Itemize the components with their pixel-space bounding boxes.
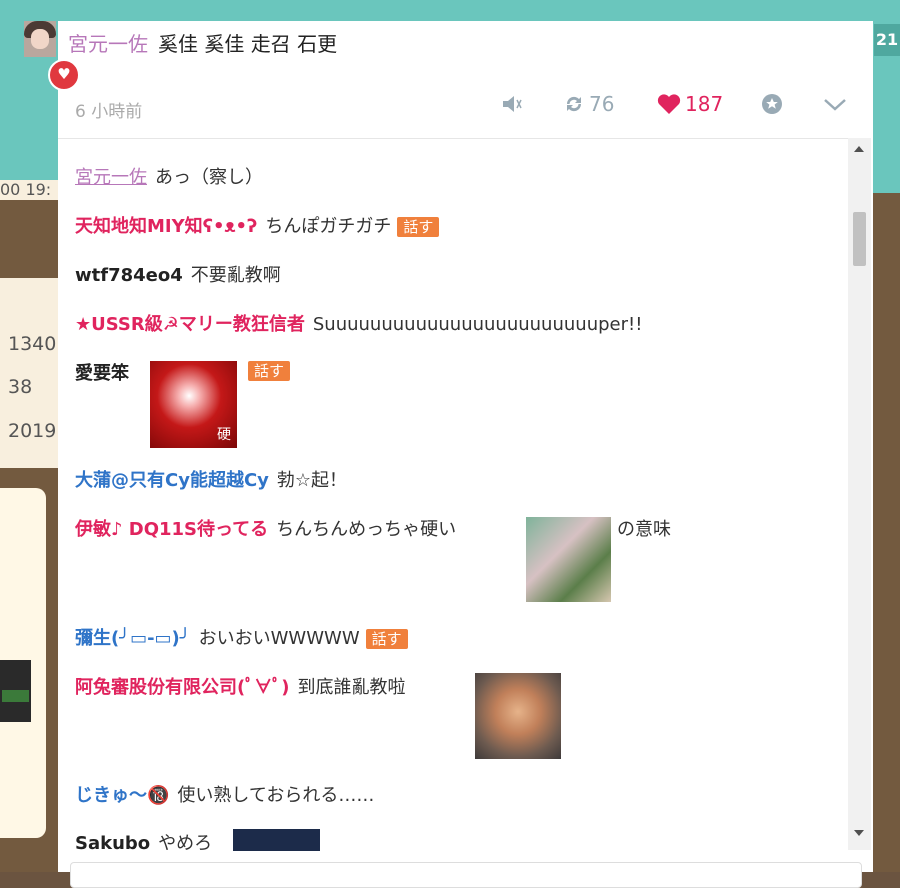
comment-item: 宮元一佐 あっ（察し） — [75, 163, 263, 189]
post-author[interactable]: 宮元一佐 — [68, 32, 148, 56]
comment-item: じきゅ〜🔞 使い熟しておられる…… — [75, 781, 374, 807]
comment-author[interactable]: Sakubo — [75, 833, 150, 851]
comment-text: Suuuuuuuuuuuuuuuuuuuuuuuuper!! — [312, 314, 643, 335]
comment-author[interactable]: 阿兔審股份有限公司(ﾟ∀ﾟ) — [75, 677, 289, 698]
comment-image[interactable] — [233, 829, 320, 851]
comment-author[interactable]: 愛要笨 — [75, 363, 129, 384]
comment-text: やめろ — [158, 833, 213, 851]
retweet-count: 76 — [589, 92, 615, 116]
retweet-button[interactable]: 76 — [562, 92, 614, 120]
comment-list[interactable]: 宮元一佐 あっ（察し） 天知地知MIY知ʕ•ᴥ•ʔ ちんぽガチガチ 話す wtf784… — [58, 138, 848, 851]
comment-item: wtf784eo4 不要亂教啊 — [75, 261, 281, 287]
like-count: 187 — [685, 92, 724, 116]
avatar[interactable] — [24, 21, 56, 57]
stat-value: 1340 — [8, 333, 57, 355]
comment-image[interactable]: 硬 — [150, 361, 237, 448]
comment-author[interactable]: 天知地知MIY知ʕ•ᴥ•ʔ — [75, 216, 257, 237]
scroll-down-icon[interactable] — [854, 830, 864, 836]
comment-item: 大蒲@只有Cy能超越Cy 勃☆起！ — [75, 466, 347, 492]
comment-text: 不要亂教啊 — [190, 265, 281, 286]
comment-author[interactable]: 彌生(╯▭-▭)╯ — [75, 628, 191, 649]
retweet-icon — [566, 96, 582, 112]
image-caption: 硬 — [217, 427, 231, 443]
comment-text: ちんちんめっちゃ硬い — [276, 519, 457, 540]
heart-icon — [657, 94, 681, 114]
chevron-down-icon — [824, 99, 846, 111]
post-content: 奚佳 奚佳 走召 石更 — [158, 32, 338, 56]
talk-tag[interactable]: 話す — [397, 217, 440, 237]
comment-item: 阿兔審股份有限公司(ﾟ∀ﾟ) 到底誰亂教啦 — [75, 673, 561, 759]
favorite-button[interactable] — [760, 92, 784, 120]
comment-text: 到底誰亂教啦 — [297, 677, 406, 698]
background-stats-panel: 1340 38 2019 — [0, 278, 58, 468]
comment-text: 使い熟しておられる…… — [177, 785, 375, 806]
comment-item: 天知地知MIY知ʕ•ᴥ•ʔ ちんぽガチガチ 話す — [75, 212, 440, 238]
post-header: 宮元一佐 奚佳 奚佳 走召 石更 — [68, 28, 337, 57]
mute-button[interactable] — [500, 92, 526, 120]
comment-author[interactable]: 大蒲@只有Cy能超越Cy — [75, 470, 269, 491]
heart-badge-icon: ♥ — [48, 59, 80, 91]
comment-text: あっ（察し） — [155, 167, 263, 188]
background-thumbnail — [0, 660, 31, 722]
comment-item: 彌生(╯▭-▭)╯ おいおいWWWWW 話す — [75, 624, 408, 650]
comment-input[interactable] — [70, 862, 862, 888]
background-time: 00 19: — [0, 180, 58, 200]
stat-value: 2019 — [8, 420, 57, 442]
comment-item: ★USSR級☭マリー教狂信者 Suuuuuuuuuuuuuuuuuuuuuuuup… — [75, 310, 642, 336]
comment-text: 勃☆起！ — [276, 470, 348, 491]
scroll-up-icon[interactable] — [854, 146, 864, 152]
talk-tag[interactable]: 話す — [365, 629, 408, 649]
mute-icon — [503, 96, 522, 112]
post-time[interactable]: 6 小時前 — [75, 97, 142, 122]
like-button[interactable]: 187 — [656, 92, 723, 120]
comment-image[interactable] — [475, 673, 561, 759]
star-icon — [762, 94, 782, 114]
comment-text: おいおいWWWWW — [198, 628, 360, 649]
comment-author[interactable]: 宮元一佐 — [75, 167, 147, 188]
comment-item: 愛要笨 硬 話す — [75, 359, 291, 448]
comment-image[interactable] — [526, 517, 611, 602]
comment-author[interactable]: 伊敏♪ DQ11S待ってる — [75, 519, 268, 540]
background-counter: 21 — [874, 24, 900, 56]
comment-author[interactable]: wtf784eo4 — [75, 265, 183, 286]
comment-suffix: の意味 — [617, 519, 671, 540]
scroll-thumb[interactable] — [853, 212, 866, 266]
comment-item: Sakubo やめろ — [75, 829, 320, 851]
scrollbar[interactable] — [848, 138, 871, 850]
expand-button[interactable] — [822, 92, 848, 120]
comment-author[interactable]: じきゅ〜🔞 — [75, 785, 169, 806]
comment-author[interactable]: ★USSR級☭マリー教狂信者 — [75, 314, 305, 335]
stat-value: 38 — [8, 376, 33, 398]
comment-item: 伊敏♪ DQ11S待ってる ちんちんめっちゃ硬い の意味 — [75, 515, 671, 602]
talk-tag[interactable]: 話す — [248, 361, 291, 381]
comment-text: ちんぽガチガチ — [265, 216, 392, 237]
